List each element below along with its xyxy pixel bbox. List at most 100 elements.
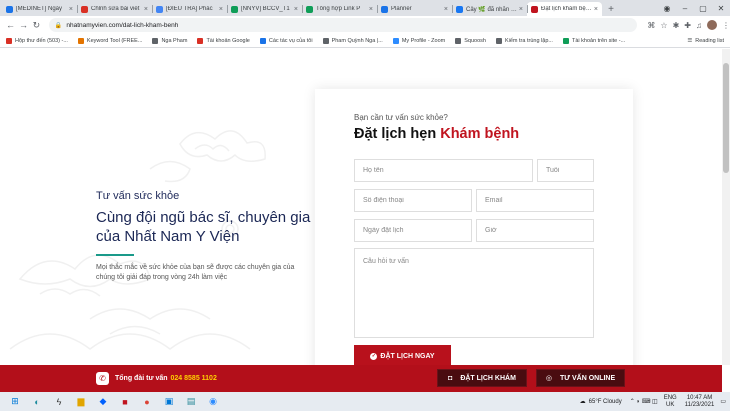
windows-start-icon[interactable]: ⊞ [8, 395, 22, 409]
tab-close-icon[interactable]: × [369, 6, 373, 13]
bookmark-item[interactable]: Hộp thư đến (503) -... [6, 37, 68, 44]
hero-description: Mọi thắc mắc về sức khỏe của bạn sẽ được… [96, 264, 295, 281]
app-icon[interactable]: ϟ [52, 395, 66, 409]
translate-icon[interactable]: ⌘ [647, 21, 655, 30]
zoom-icon [392, 37, 399, 44]
browser-tab[interactable]: Planner × [377, 2, 452, 16]
bookmark-item[interactable]: Kiểm tra trùng lặp... [495, 37, 553, 44]
squoosh-icon [455, 37, 462, 44]
form-title: Đặt lịch hẹn Khám bệnh [354, 126, 519, 142]
browser-tab[interactable]: Chỉnh sửa bài viết × [77, 2, 152, 16]
tray-icons[interactable]: ⌃ ◗ ⌨ ◫ [630, 398, 658, 405]
minimize-icon[interactable]: – [676, 4, 694, 13]
tab-close-icon[interactable]: × [294, 6, 298, 13]
language-indicator[interactable]: ENG UK [664, 395, 677, 409]
tab-close-icon[interactable]: × [594, 6, 598, 13]
age-field[interactable] [537, 159, 594, 182]
back-icon[interactable]: ← [4, 19, 17, 32]
tab-close-icon[interactable]: × [69, 6, 73, 13]
window-controls: ◉ – ▢ ✕ [658, 0, 730, 16]
tab-title: Đặt lịch khám bệnh [541, 6, 592, 12]
extension-icon[interactable]: ✱ [673, 21, 680, 30]
extensions-puzzle-icon[interactable]: ✚ [684, 21, 691, 30]
tab-close-icon[interactable]: × [144, 6, 148, 13]
bookmark-item[interactable]: Tài khoản Google [197, 37, 250, 44]
reading-list-icon: ☰ [687, 38, 693, 44]
bookmark-item[interactable]: Nga Pham [152, 37, 187, 44]
app-teal-icon[interactable]: ▤ [184, 395, 198, 409]
question-field[interactable] [354, 248, 594, 338]
browser-tab[interactable]: [MEDINET] Ngày × [2, 2, 77, 16]
hotline-label: Tổng đài tư vấn [115, 375, 168, 382]
menu-kebab-icon[interactable]: ⋮ [722, 21, 730, 30]
file-explorer-icon[interactable]: ▆ [74, 395, 88, 409]
tab-title: Chỉnh sửa bài viết [91, 6, 140, 12]
lock-icon[interactable]: 🔒 [55, 22, 62, 29]
tab-search-icon[interactable]: ◉ [658, 4, 676, 13]
app-red-icon[interactable]: ■ [118, 395, 132, 409]
weather-text[interactable]: 65°F Cloudy [589, 399, 622, 405]
date-field[interactable] [354, 219, 472, 242]
hotline-number: 024 8585 1102 [170, 375, 217, 382]
forward-icon[interactable]: → [17, 19, 30, 32]
tab-favicon-icon [456, 5, 463, 13]
time-field[interactable] [476, 219, 594, 242]
navigation-bar: ← → ↻ 🔒 nhatnamyvien.com/dat-lich-kham-b… [0, 16, 730, 34]
book-now-button[interactable]: ✓ ĐẶT LỊCH NGAY [354, 345, 451, 365]
browser-tab[interactable]: [ĐIỀU TRA] Phác × [152, 2, 227, 16]
gmail-icon [6, 37, 12, 44]
browser-tab[interactable]: Tổng hợp Link P × [302, 2, 377, 16]
scrollbar-thumb[interactable] [723, 63, 729, 173]
clock[interactable]: 10:47 AM 11/23/2021 [685, 395, 715, 409]
tab-title: [MEDINET] Ngày [16, 6, 63, 12]
tab-title: [NNYV] BCCV_T1 [241, 6, 290, 12]
dropbox-icon[interactable]: ◆ [96, 395, 110, 409]
zoom-app-icon[interactable]: ◉ [206, 395, 220, 409]
page-scrollbar[interactable] [722, 49, 730, 365]
edge-icon[interactable]: ◐ [30, 395, 44, 409]
browser-tab-active[interactable]: Đặt lịch khám bệnh × [527, 2, 602, 16]
notification-icon[interactable]: ▭ [720, 398, 726, 405]
book-appointment-button[interactable]: ◘ ĐẶT LỊCH KHÁM [437, 369, 527, 387]
address-bar[interactable]: 🔒 nhatnamyvien.com/dat-lich-kham-benh [48, 18, 638, 32]
reading-list[interactable]: ☰ Reading list [687, 34, 724, 48]
tab-close-icon[interactable]: × [519, 6, 523, 13]
profile-avatar[interactable] [707, 20, 717, 30]
tab-favicon-icon [381, 5, 388, 13]
tab-favicon-icon [306, 5, 313, 13]
form-eyebrow: Bạn cần tư vấn sức khỏe? [354, 113, 448, 122]
photos-icon[interactable]: ▣ [162, 395, 176, 409]
tab-close-icon[interactable]: × [219, 6, 223, 13]
bookmark-star-icon[interactable]: ☆ [660, 21, 667, 30]
hero-eyebrow: Tư vấn sức khỏe [96, 190, 180, 202]
keyword-tool-icon [77, 37, 84, 44]
taskbar: ⊞ ◐ ϟ ▆ ◆ ■ ● ▣ ▤ ◉ ☁ 65°F Cloudy ⌃ ◗ ⌨ … [0, 392, 730, 411]
tab-favicon-icon [6, 5, 13, 13]
bookmark-item[interactable]: My Profile - Zoom [392, 37, 445, 44]
weather-icon: ☁ [579, 399, 586, 405]
check-circle-icon: ✓ [370, 352, 378, 360]
browser-tab[interactable]: Cây 🌿 đã nhắn tin × [452, 2, 527, 16]
browser-tab[interactable]: [NNYV] BCCV_T1 × [227, 2, 302, 16]
phone-icon: ✆ [96, 372, 109, 385]
tab-close-icon[interactable]: × [444, 6, 448, 13]
maximize-icon[interactable]: ▢ [694, 4, 712, 13]
chrome-icon[interactable]: ● [140, 395, 154, 409]
close-window-icon[interactable]: ✕ [712, 4, 730, 13]
new-tab-icon[interactable]: + [604, 2, 618, 16]
bookmark-item[interactable]: Các tác vụ của tôi [259, 37, 313, 44]
tab-favicon-icon [231, 5, 238, 13]
email-field[interactable] [476, 189, 594, 212]
bookmark-item[interactable]: Pham Quỳnh Nga |... [322, 37, 383, 44]
bookmark-item[interactable]: Tài khoản trên site -... [562, 37, 625, 44]
online-consult-button[interactable]: ◎ TƯ VẤN ONLINE [536, 369, 625, 387]
chat-icon: ◎ [545, 375, 552, 382]
phone-field[interactable] [354, 189, 472, 212]
profile-icon [322, 37, 329, 44]
bookmark-item[interactable]: Squoosh [455, 37, 486, 44]
reload-icon[interactable]: ↻ [30, 19, 43, 32]
media-icon[interactable]: ♫ [696, 21, 702, 30]
name-field[interactable] [354, 159, 533, 182]
hotline[interactable]: ✆ Tổng đài tư vấn 024 8585 1102 [96, 372, 217, 385]
bookmark-item[interactable]: Keyword Tool (FREE... [77, 37, 142, 44]
